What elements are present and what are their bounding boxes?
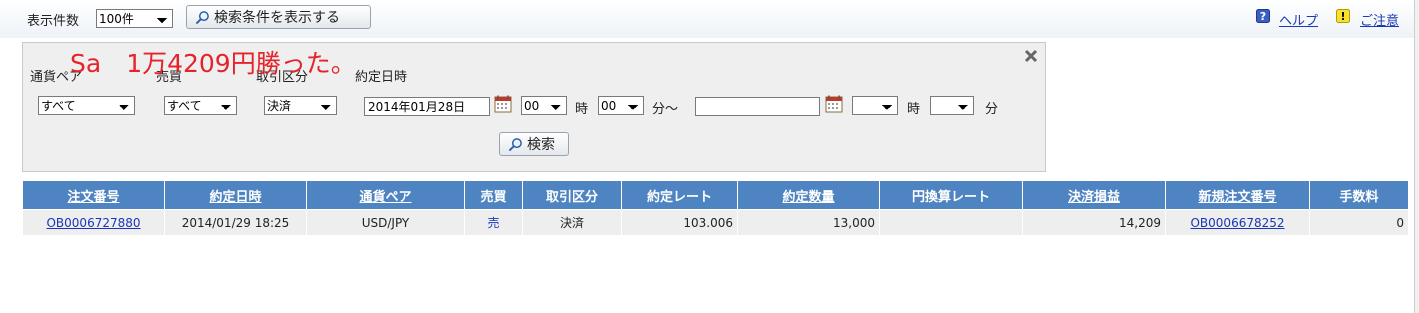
help-icon[interactable]: ? <box>1256 9 1270 23</box>
column-header[interactable]: 新規注文番号 <box>1165 180 1310 210</box>
cell-datetime: 2014/01/29 18:25 <box>164 209 307 236</box>
magnifier-icon <box>508 137 522 151</box>
side-link[interactable]: 売 <box>487 216 499 230</box>
show-conditions-label: 検索条件を表示する <box>214 10 340 26</box>
column-header[interactable]: 決済損益 <box>1022 180 1166 210</box>
help-link[interactable]: ヘルプ <box>1279 10 1318 29</box>
type-select[interactable]: 決済 <box>264 96 337 115</box>
column-header: 売買 <box>464 180 523 210</box>
column-header[interactable]: 注文番号 <box>22 180 165 210</box>
cell-new-order-no[interactable]: OB0006678252 <box>1165 209 1310 236</box>
search-button-label: 検索 <box>527 137 555 153</box>
cell-order-no[interactable]: OB0006727880 <box>22 209 165 236</box>
column-header: 取引区分 <box>522 180 622 210</box>
from-date-input[interactable] <box>364 97 490 116</box>
caution-icon[interactable]: ! <box>1336 9 1350 23</box>
display-count-select[interactable]: 100件 <box>96 9 173 28</box>
minute-unit-tilde-label: 分～ <box>652 102 679 117</box>
vertical-scrollbar[interactable] <box>1414 0 1419 313</box>
cell-yen-rate <box>879 209 1023 236</box>
cell-pair: USD/JPY <box>306 209 465 236</box>
results-table: 注文番号 約定日時 通貨ペア 売買 取引区分 約定レート 約定数量 円換算レート 決済損益 新規注… <box>22 180 1409 236</box>
close-icon[interactable] <box>1024 49 1038 63</box>
column-header[interactable]: 約定数量 <box>737 180 880 210</box>
column-sort-link[interactable]: 通貨ペア <box>359 190 411 205</box>
svg-text:?: ? <box>1260 10 1266 23</box>
column-header: 円換算レート <box>879 180 1023 210</box>
column-sort-link[interactable]: 新規注文番号 <box>1198 190 1276 205</box>
to-hour-select[interactable] <box>852 96 898 115</box>
column-sort-link[interactable]: 約定日時 <box>209 190 261 205</box>
calendar-icon[interactable] <box>825 95 843 113</box>
caution-link[interactable]: ご注意 <box>1360 10 1399 29</box>
display-count-label: 表示件数 <box>27 14 80 29</box>
hour-unit-label-2: 時 <box>907 102 921 117</box>
magnifier-icon <box>195 10 209 24</box>
column-sort-link[interactable]: 決済損益 <box>1068 190 1120 205</box>
column-header[interactable]: 通貨ペア <box>306 180 465 210</box>
search-button[interactable]: 検索 <box>499 132 569 156</box>
order-no-link[interactable]: OB0006727880 <box>46 216 140 230</box>
column-sort-link[interactable]: 約定数量 <box>782 190 834 205</box>
cell-fee: 0 <box>1309 209 1409 236</box>
table-row: OB0006727880 2014/01/29 18:25 USD/JPY 売 決済 10… <box>22 209 1409 236</box>
side-select[interactable]: すべて <box>164 96 237 115</box>
new-order-no-link[interactable]: OB0006678252 <box>1190 216 1284 230</box>
to-date-input[interactable] <box>695 97 820 116</box>
column-header: 手数料 <box>1309 180 1409 210</box>
column-header: 約定レート <box>621 180 738 210</box>
minute-unit-label: 分 <box>985 102 999 117</box>
cell-rate: 103.006 <box>621 209 738 236</box>
from-hour-select[interactable]: 00 <box>521 96 567 115</box>
table-header-row: 注文番号 約定日時 通貨ペア 売買 取引区分 約定レート 約定数量 円換算レート 決済損益 新規注… <box>22 180 1409 210</box>
from-minute-select[interactable]: 00 <box>598 96 644 115</box>
column-sort-link[interactable]: 注文番号 <box>67 190 119 205</box>
column-header[interactable]: 約定日時 <box>164 180 307 210</box>
pair-select[interactable]: すべて <box>38 96 135 115</box>
hour-unit-label: 時 <box>575 102 589 117</box>
svg-text:!: ! <box>1340 10 1345 23</box>
cell-side[interactable]: 売 <box>464 209 523 236</box>
show-conditions-button[interactable]: 検索条件を表示する <box>186 5 371 29</box>
date-label: 約定日時 <box>355 70 408 85</box>
calendar-icon[interactable] <box>494 95 512 113</box>
to-minute-select[interactable] <box>930 96 974 115</box>
cell-pl: 14,209 <box>1022 209 1166 236</box>
cell-quantity: 13,000 <box>737 209 880 236</box>
cell-type: 決済 <box>522 209 622 236</box>
overlay-annotation: Sa 1万4209円勝った。 <box>70 49 356 78</box>
